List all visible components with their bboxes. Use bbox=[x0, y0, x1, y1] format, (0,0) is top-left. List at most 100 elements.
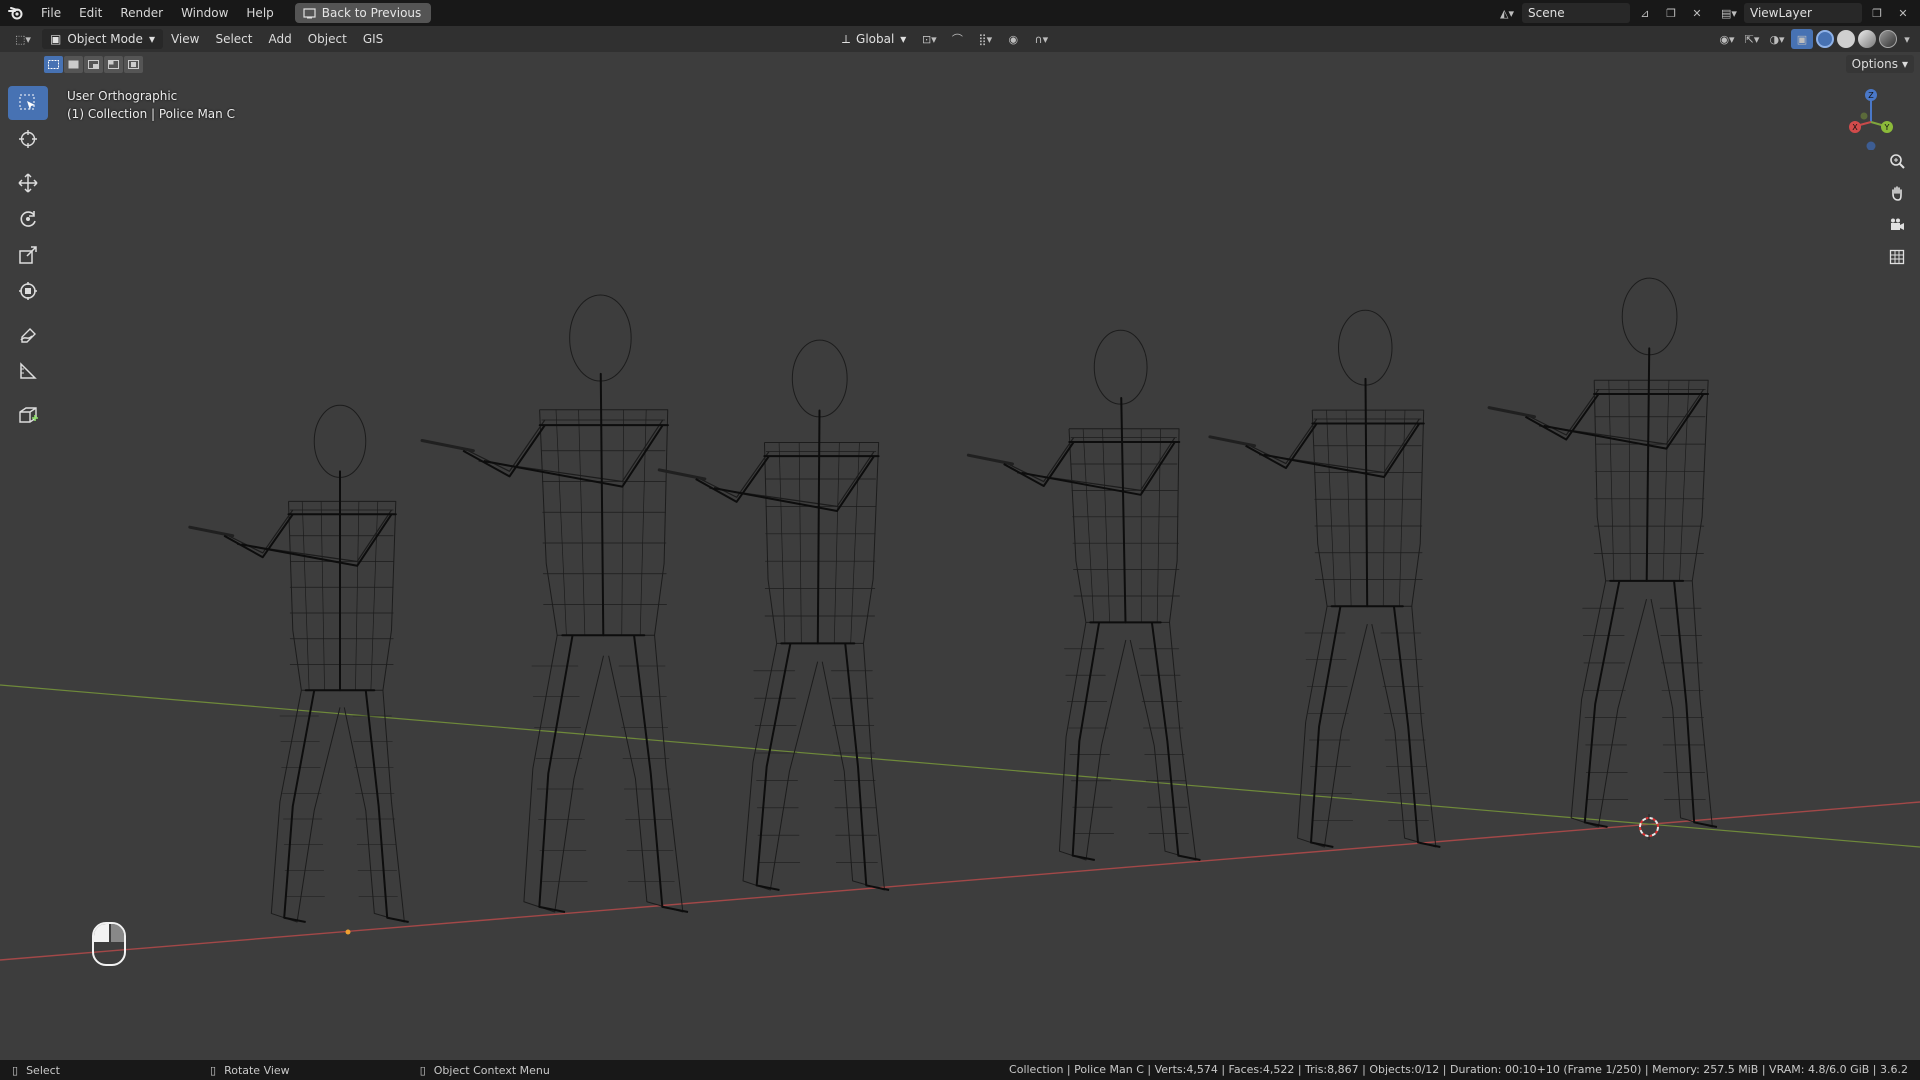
screen-icon bbox=[303, 7, 316, 18]
status-select-label: Select bbox=[26, 1063, 60, 1077]
snap-toggle-icon[interactable]: ⌒ bbox=[946, 29, 968, 49]
menu-file[interactable]: File bbox=[32, 0, 70, 26]
view-layer-field[interactable]: ViewLayer bbox=[1744, 3, 1862, 23]
mouse-button-indicator-icon bbox=[92, 922, 126, 966]
back-to-previous-button[interactable]: Back to Previous bbox=[294, 3, 432, 23]
menu-add[interactable]: Add bbox=[260, 26, 299, 52]
menu-object[interactable]: Object bbox=[300, 26, 355, 52]
move-tool-icon[interactable] bbox=[8, 166, 48, 200]
menu-gis[interactable]: GIS bbox=[355, 26, 391, 52]
menu-window[interactable]: Window bbox=[172, 0, 237, 26]
wireframe-figure bbox=[966, 329, 1201, 861]
menu-render[interactable]: Render bbox=[111, 0, 172, 26]
proportional-edit-icon[interactable]: ◉ bbox=[1002, 29, 1024, 49]
object-mode-dropdown[interactable]: ▣ Object Mode ▾ bbox=[42, 29, 163, 49]
falloff-icon[interactable]: ∩▾ bbox=[1030, 29, 1052, 49]
status-hint-select: ▯ Select bbox=[0, 1064, 60, 1077]
mouse-middle-icon: ▯ bbox=[210, 1063, 217, 1077]
menu-view[interactable]: View bbox=[163, 26, 207, 52]
select-box-tool-icon[interactable] bbox=[8, 86, 48, 120]
status-hint-context: ▯ Object Context Menu bbox=[290, 1064, 550, 1077]
scene-statistics: Collection | Police Man C | Verts:4,574 … bbox=[1009, 1063, 1908, 1076]
svg-text:X: X bbox=[1852, 123, 1858, 132]
scene-field[interactable]: Scene bbox=[1522, 3, 1630, 23]
zoom-icon[interactable] bbox=[1884, 148, 1910, 174]
orientation-label: Global bbox=[856, 32, 895, 46]
chevron-down-icon: ▾ bbox=[148, 32, 155, 46]
new-scene-icon[interactable]: ❐ bbox=[1660, 3, 1682, 23]
select-new-icon[interactable] bbox=[44, 56, 63, 73]
close-view-layer-icon[interactable]: ✕ bbox=[1892, 3, 1914, 23]
gizmo-icon[interactable]: ⇱▾ bbox=[1741, 29, 1763, 49]
close-scene-icon[interactable]: ✕ bbox=[1686, 3, 1708, 23]
pin-icon[interactable]: ⊿ bbox=[1634, 3, 1656, 23]
wireframe-figure bbox=[1487, 277, 1718, 828]
snap-target-icon[interactable]: ⣿▾ bbox=[974, 29, 996, 49]
3d-cursor-icon bbox=[1639, 814, 1659, 840]
cursor-tool-icon[interactable] bbox=[8, 122, 48, 156]
selection-mode-buttons bbox=[44, 56, 143, 73]
object-mode-icon: ▣ bbox=[50, 32, 62, 46]
material-shading-icon[interactable] bbox=[1858, 30, 1876, 48]
status-bar: ▯ Select ▯ Rotate View ▯ Object Context … bbox=[0, 1060, 1920, 1080]
solid-shading-icon[interactable] bbox=[1837, 30, 1855, 48]
select-extend-icon[interactable] bbox=[64, 56, 83, 73]
pivot-point-icon[interactable]: ⊡▾ bbox=[918, 29, 940, 49]
select-intersect-icon[interactable] bbox=[124, 56, 143, 73]
object-mode-label: Object Mode bbox=[67, 32, 143, 46]
menu-help[interactable]: Help bbox=[237, 0, 282, 26]
perspective-toggle-icon[interactable] bbox=[1884, 244, 1910, 270]
status-hint-rotate: ▯ Rotate View bbox=[60, 1064, 290, 1077]
measure-tool-icon[interactable] bbox=[8, 354, 48, 388]
shading-options-icon[interactable]: ▾ bbox=[1900, 29, 1914, 49]
scale-tool-icon[interactable] bbox=[8, 238, 48, 272]
view-layer-selector-icon[interactable]: ▤▾ bbox=[1718, 3, 1740, 23]
neg-y-axis-icon bbox=[1860, 112, 1868, 120]
back-to-previous-label: Back to Previous bbox=[321, 6, 422, 20]
new-view-layer-icon[interactable]: ❐ bbox=[1866, 3, 1888, 23]
top-bar: File Edit Render Window Help Back to Pre… bbox=[0, 0, 1920, 26]
view-name: User Orthographic bbox=[67, 89, 178, 103]
mouse-right-icon: ▯ bbox=[419, 1063, 426, 1077]
add-cube-tool-icon[interactable] bbox=[8, 398, 48, 432]
orientation-icon: ⟂ bbox=[842, 31, 851, 46]
transform-tools: ⟂ Global ▾ ⊡▾ ⌒ ⣿▾ ◉ ∩▾ bbox=[836, 26, 1052, 52]
scene-name: Scene bbox=[1528, 6, 1565, 20]
scene-canvas bbox=[0, 277, 1920, 961]
wireframe-figures bbox=[188, 277, 1718, 923]
y-axis-line bbox=[0, 684, 1920, 848]
menu-select[interactable]: Select bbox=[207, 26, 260, 52]
rendered-shading-icon[interactable] bbox=[1879, 30, 1897, 48]
select-invert-icon[interactable] bbox=[104, 56, 123, 73]
navigation-gizmo[interactable]: Z X Y bbox=[1844, 86, 1904, 151]
pan-hand-icon[interactable] bbox=[1884, 180, 1910, 206]
chevron-down-icon: ▾ bbox=[900, 32, 907, 46]
blender-logo-icon[interactable] bbox=[0, 0, 32, 26]
wireframe-figure bbox=[420, 294, 689, 913]
viewport-display-tools: ◉▾ ⇱▾ ◑▾ ▣ ▾ bbox=[1716, 26, 1914, 52]
orientation-dropdown[interactable]: ⟂ Global ▾ bbox=[836, 29, 912, 49]
overlays-icon[interactable]: ◑▾ bbox=[1766, 29, 1788, 49]
select-subtract-icon[interactable] bbox=[84, 56, 103, 73]
wireframe-shading-icon[interactable] bbox=[1816, 30, 1834, 48]
3d-viewport[interactable]: User Orthographic (1) Collection | Polic… bbox=[0, 52, 1920, 1060]
rotate-tool-icon[interactable] bbox=[8, 202, 48, 236]
viewport-header: ⬚▾ ▣ Object Mode ▾ View Select Add Objec… bbox=[0, 26, 1920, 52]
xray-toggle-icon[interactable]: ▣ bbox=[1791, 29, 1813, 49]
annotate-tool-icon[interactable] bbox=[8, 318, 48, 352]
options-dropdown[interactable]: Options ▾ bbox=[1845, 55, 1914, 73]
scene-selector-icon[interactable]: ◭▾ bbox=[1496, 3, 1518, 23]
editor-type-icon[interactable]: ⬚▾ bbox=[8, 29, 38, 49]
top-right-controls: ◭▾ Scene ⊿ ❐ ✕ ▤▾ ViewLayer ❐ ✕ bbox=[1496, 0, 1920, 26]
options-label: Options bbox=[1851, 57, 1898, 71]
transform-tool-icon[interactable] bbox=[8, 274, 48, 308]
viewport-info: User Orthographic (1) Collection | Polic… bbox=[67, 87, 235, 123]
wireframe-figure bbox=[188, 404, 409, 923]
menu-edit[interactable]: Edit bbox=[70, 0, 111, 26]
status-rotate-label: Rotate View bbox=[224, 1063, 290, 1077]
visibility-icon[interactable]: ◉▾ bbox=[1716, 29, 1738, 49]
active-collection-info: (1) Collection | Police Man C bbox=[67, 107, 235, 121]
neg-z-axis-icon bbox=[1866, 141, 1876, 151]
wireframe-figure bbox=[657, 339, 890, 891]
camera-view-icon[interactable] bbox=[1884, 212, 1910, 238]
